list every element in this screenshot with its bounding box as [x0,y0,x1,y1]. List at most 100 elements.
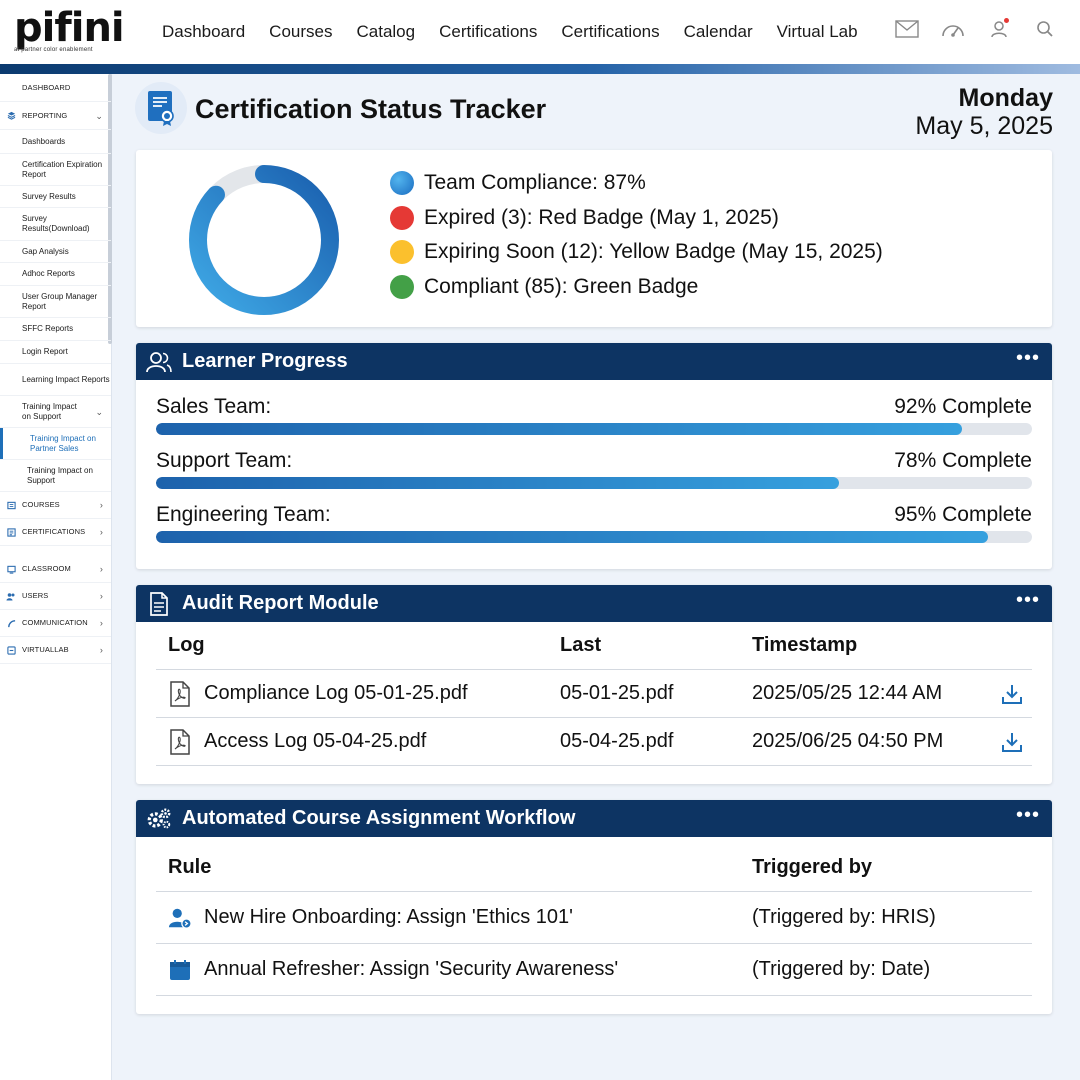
sidebar-item-user-group-report[interactable]: User Group Manager Report [0,286,111,318]
users-icon [146,349,172,375]
sidebar-item-classroom[interactable]: CLASSROOM › [0,556,111,583]
red-badge-icon [390,205,414,230]
chevron-down-icon: ⌄ [95,110,103,121]
column-header-last: Last [560,634,602,656]
table-header: Rule Triggered by [156,844,1032,892]
top-navbar: pifini at partner color enablement Dashb… [0,0,1080,64]
audit-table: Log Last Timestamp Compliance Log 05-01-… [156,622,1032,766]
sidebar-item-communication[interactable]: COMMUNICATION › [0,610,111,637]
sidebar-item-dashboards[interactable]: Dashboards [0,130,111,154]
timestamp-cell: 2025/06/25 04:50 PM [752,730,944,752]
compliance-donut [189,165,339,315]
download-icon[interactable] [992,682,1032,706]
log-cell: Access Log 05-04-25.pdf [156,728,560,755]
sidebar-item-users[interactable]: USERS › [0,583,111,610]
audit-report-card: Audit Report Module ••• Log Last Timesta… [136,585,1052,784]
search-icon[interactable] [1032,16,1058,42]
nav-dashboard[interactable]: Dashboard [162,22,245,42]
sidebar-item-training-impact-support[interactable]: Training Impact on Support ⌄ [0,396,111,428]
column-header-log: Log [168,634,205,656]
sidebar-item-login-report[interactable]: Login Report [0,341,111,364]
sidebar-item-label: COMMUNICATION [22,618,88,627]
sidebar-item-label: COURSES [22,500,60,509]
sidebar-item-label: Training Impact on Support [22,401,77,421]
nav-certifications-2[interactable]: Certifications [561,22,659,42]
sidebar-item-survey-results[interactable]: Survey Results [0,186,111,208]
table-row: Compliance Log 05-01-25.pdf 05-01-25.pdf… [156,670,1032,718]
sidebar-item-certifications[interactable]: CERTIFICATIONS › [0,519,111,546]
sidebar-item-training-partner-sales[interactable]: Training Impact on Partner Sales [0,428,111,460]
lab-icon [6,645,16,655]
sidebar-item-label: Learning Impact Reports [22,374,110,384]
nav-virtual-lab[interactable]: Virtual Lab [777,22,858,42]
sidebar-item-learning-impact[interactable]: Learning Impact Reports [0,364,111,396]
legend-text: Compliant (85): Green Badge [424,274,699,298]
chevron-right-icon: › [99,500,103,510]
nav-catalog[interactable]: Catalog [356,22,415,42]
sidebar-item-label: USERS [22,591,49,600]
date-weekday: Monday [958,84,1053,112]
compliance-legend: Team Compliance: 87% Expired (3): Red Ba… [390,166,883,304]
sidebar-item-label: Certification Expiration Report [22,159,103,179]
page-header: Certification Status Tracker Monday May … [135,82,1055,140]
sidebar-item-reporting[interactable]: REPORTING ⌄ [0,102,111,130]
card-header: Automated Course Assignment Workflow ••• [136,800,1052,837]
last-cell: 05-04-25.pdf [560,730,674,752]
nav-certifications[interactable]: Certifications [439,22,537,42]
blue-badge-icon [390,171,414,196]
cert-icon [6,527,16,537]
sidebar-item-cert-expiration[interactable]: Certification Expiration Report [0,154,111,186]
header-accent-bar [0,64,1080,74]
column-header-rule: Rule [168,856,212,878]
green-badge-icon [390,274,414,299]
sidebar-item-label: CLASSROOM [22,564,71,573]
classroom-icon [6,564,16,574]
calendar-icon [168,957,192,983]
trigger-cell: (Triggered by: HRIS) [752,906,936,928]
pdf-file-icon [168,680,192,707]
sidebar-item-survey-download[interactable]: Survey Results(Download) [0,208,111,241]
log-filename[interactable]: Access Log 05-04-25.pdf [204,730,426,753]
sidebar-item-label: Training Impact on Partner Sales [30,433,96,453]
sidebar-item-label: SFFC Reports [22,324,74,333]
layers-icon [6,111,16,121]
more-options-icon[interactable]: ••• [1016,805,1040,825]
last-cell: 05-01-25.pdf [560,682,674,704]
nav-calendar[interactable]: Calendar [684,22,753,42]
progress-fill [156,531,989,543]
sidebar-item-sffc-reports[interactable]: SFFC Reports [0,318,111,341]
sidebar-item-virtuallab[interactable]: VIRTUALLAB › [0,637,111,664]
chevron-right-icon: › [99,591,103,601]
main-nav: Dashboard Courses Catalog Certifications… [150,0,870,64]
date-full: May 5, 2025 [915,112,1053,140]
sidebar-item-label: Survey Results(Download) [22,214,90,233]
nav-courses[interactable]: Courses [269,22,332,42]
user-icon[interactable] [986,16,1012,42]
sidebar-item-label: Dashboards [22,136,66,146]
brand-logo[interactable]: pifini at partner color enablement [14,8,125,56]
sidebar: DASHBOARD REPORTING ⌄ Dashboards Certifi… [0,74,112,1080]
chevron-right-icon: › [99,618,103,628]
sidebar-item-adhoc-reports[interactable]: Adhoc Reports [0,263,111,286]
more-options-icon[interactable]: ••• [1016,348,1040,368]
sidebar-item-training-support-sub[interactable]: Training Impact on Support [0,460,111,492]
card-title: Automated Course Assignment Workflow [182,807,576,829]
download-icon[interactable] [992,730,1032,754]
sidebar-item-dashboard[interactable]: DASHBOARD [0,74,111,102]
table-row: Access Log 05-04-25.pdf 05-04-25.pdf 202… [156,718,1032,766]
sidebar-item-courses[interactable]: COURSES › [0,492,111,519]
more-options-icon[interactable]: ••• [1016,590,1040,610]
gauge-icon[interactable] [940,16,966,42]
sidebar-item-gap-analysis[interactable]: Gap Analysis [0,241,111,263]
mail-icon[interactable] [894,16,920,42]
log-filename[interactable]: Compliance Log 05-01-25.pdf [204,682,468,705]
comm-icon [6,618,16,628]
progress-track [156,531,1032,543]
sidebar-item-label: Login Report [22,347,68,356]
progress-fill [156,477,840,489]
workflow-card: Automated Course Assignment Workflow •••… [136,800,1052,1014]
sidebar-item-label: VIRTUALLAB [22,645,69,654]
gears-icon [146,806,172,832]
table-row: New Hire Onboarding: Assign 'Ethics 101'… [156,892,1032,944]
users-icon [6,591,16,601]
